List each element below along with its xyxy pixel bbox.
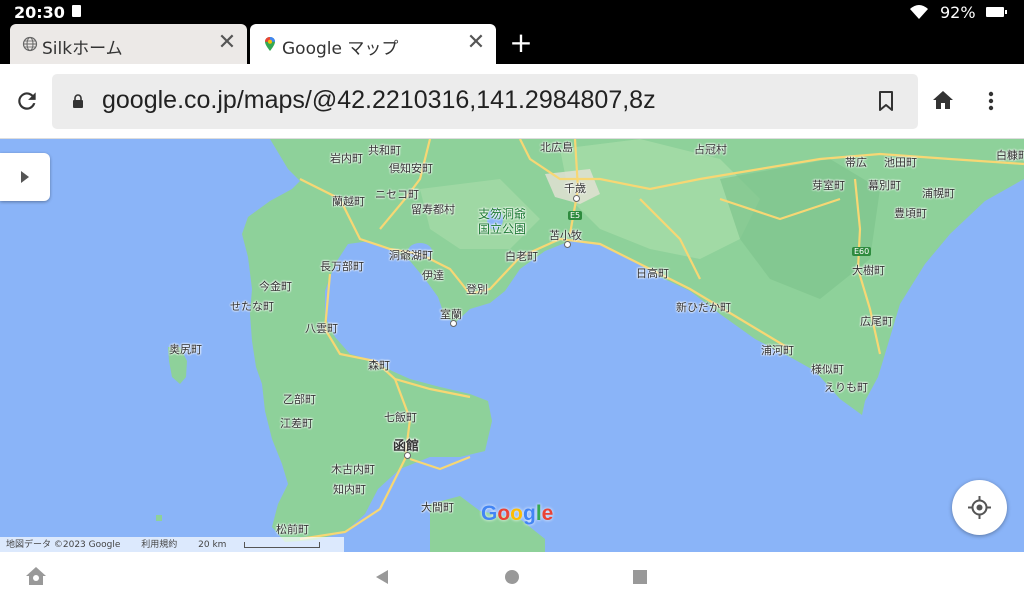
alexa-home-icon[interactable] bbox=[25, 566, 47, 586]
map-label: 奥尻町 bbox=[169, 343, 202, 356]
logo-letter: o bbox=[497, 502, 511, 525]
home-icon[interactable] bbox=[932, 90, 954, 110]
tab-google-maps[interactable]: Google マップ ✕ bbox=[250, 24, 496, 64]
reload-icon[interactable] bbox=[14, 88, 40, 114]
globe-icon bbox=[22, 36, 38, 52]
logo-letter: G bbox=[481, 502, 498, 525]
tab-silk-home[interactable]: Silkホーム ✕ bbox=[10, 24, 247, 64]
city-marker bbox=[573, 195, 580, 202]
wifi-icon bbox=[910, 5, 928, 19]
map-label: 今金町 bbox=[259, 280, 292, 293]
my-location-button[interactable] bbox=[952, 480, 1007, 535]
logo-letter: e bbox=[541, 502, 554, 525]
google-logo: Google bbox=[481, 502, 553, 526]
map-label: 幕別町 bbox=[868, 179, 901, 192]
map-label: 松前町 bbox=[276, 523, 309, 536]
map-label: 芽室町 bbox=[812, 179, 845, 192]
more-menu-icon[interactable] bbox=[986, 90, 996, 112]
park-label-line2: 国立公園 bbox=[478, 222, 527, 236]
map-label: 池田町 bbox=[884, 156, 917, 169]
map-label: 岩内町 bbox=[330, 152, 363, 165]
browser-toolbar: google.co.jp/maps/@42.2210316,141.298480… bbox=[0, 64, 1024, 139]
map-label: 大間町 bbox=[421, 501, 454, 514]
tab-label: Silkホーム bbox=[42, 39, 123, 59]
map-label: 浦幌町 bbox=[922, 187, 955, 200]
sd-card-icon bbox=[72, 5, 81, 17]
crosshair-icon bbox=[968, 496, 991, 519]
home-button-icon[interactable] bbox=[504, 569, 520, 585]
address-bar[interactable]: google.co.jp/maps/@42.2210316,141.298480… bbox=[52, 74, 918, 129]
highway-shield: E60 bbox=[852, 247, 872, 256]
scale-label[interactable]: 20 km bbox=[198, 540, 226, 550]
map-label: 蘭越町 bbox=[332, 195, 365, 208]
city-marker bbox=[404, 452, 411, 459]
map-label: 白老町 bbox=[505, 250, 538, 263]
map-terrain bbox=[0, 139, 1024, 552]
system-nav-bar bbox=[0, 552, 1024, 600]
map-view[interactable]: 岩内町 共和町 倶知安町 蘭越町 ニセコ町 留寿都村 北広島 千歳 占冠村 帯広… bbox=[0, 139, 1024, 552]
map-label: 長万部町 bbox=[320, 260, 364, 273]
city-marker bbox=[450, 320, 457, 327]
close-tab-icon[interactable]: ✕ bbox=[464, 32, 488, 56]
map-label: 倶知安町 bbox=[389, 162, 433, 175]
map-label: 森町 bbox=[368, 359, 390, 372]
map-label: 千歳 bbox=[564, 182, 586, 195]
map-label: 登別 bbox=[466, 283, 488, 296]
map-label: 伊達 bbox=[422, 269, 444, 282]
map-label: 白糠町 bbox=[996, 149, 1024, 162]
map-label: 八雲町 bbox=[305, 322, 338, 335]
side-panel-toggle-button[interactable] bbox=[0, 153, 50, 201]
map-label: 知内町 bbox=[333, 483, 366, 496]
tab-bar: Silkホーム ✕ Google マップ ✕ + bbox=[0, 24, 1024, 64]
terms-link[interactable]: 利用規約 bbox=[141, 540, 177, 550]
map-label: 占冠村 bbox=[694, 143, 727, 156]
tab-label: Google マップ bbox=[282, 39, 399, 59]
map-label: 江差町 bbox=[280, 417, 313, 430]
map-label: 留寿都村 bbox=[411, 203, 455, 216]
map-label: 様似町 bbox=[811, 363, 844, 376]
scale-bar bbox=[244, 541, 321, 548]
map-attribution: 地図データ ©2023 Google 利用規約 20 km bbox=[0, 537, 345, 552]
map-label: 日高町 bbox=[636, 267, 669, 280]
google-maps-pin-icon bbox=[265, 37, 275, 51]
map-label: 乙部町 bbox=[283, 393, 316, 406]
logo-letter: g bbox=[523, 502, 536, 525]
map-data-credit: 地図データ ©2023 Google bbox=[6, 540, 121, 550]
map-label: えりも町 bbox=[824, 381, 868, 394]
map-label: 新ひだか町 bbox=[676, 301, 731, 314]
new-tab-button[interactable]: + bbox=[508, 29, 534, 59]
city-marker bbox=[564, 241, 571, 248]
recents-icon[interactable] bbox=[632, 569, 648, 585]
back-icon[interactable] bbox=[374, 569, 390, 585]
status-bar: 20:30 92% bbox=[0, 0, 1024, 24]
map-label: せたな町 bbox=[230, 300, 274, 313]
battery-icon bbox=[986, 7, 1007, 17]
map-label: 豊頃町 bbox=[894, 207, 927, 220]
map-label: 七飯町 bbox=[384, 411, 417, 424]
battery-percent: 92% bbox=[940, 3, 976, 22]
map-label: 大樹町 bbox=[852, 264, 885, 277]
status-time: 20:30 bbox=[14, 3, 65, 22]
chevron-right-icon bbox=[21, 171, 29, 183]
logo-letter: o bbox=[510, 502, 523, 525]
map-label: 洞爺湖町 bbox=[389, 249, 433, 262]
close-tab-icon[interactable]: ✕ bbox=[215, 32, 239, 56]
map-label: 広尾町 bbox=[860, 315, 893, 328]
url-text[interactable]: google.co.jp/maps/@42.2210316,141.298480… bbox=[102, 86, 656, 115]
map-label: 北広島 bbox=[540, 141, 573, 154]
bookmark-icon[interactable] bbox=[878, 91, 894, 111]
park-label-line1: 支笏洞爺 bbox=[478, 207, 527, 221]
highway-shield: E5 bbox=[568, 211, 583, 220]
map-label: 共和町 bbox=[368, 144, 401, 157]
map-label: 木古内町 bbox=[331, 463, 375, 476]
map-label: 帯広 bbox=[845, 156, 867, 169]
lock-icon bbox=[73, 94, 83, 108]
national-park-label: 支笏洞爺 国立公園 bbox=[478, 207, 526, 237]
map-label: 浦河町 bbox=[761, 344, 794, 357]
map-label: ニセコ町 bbox=[375, 188, 419, 201]
